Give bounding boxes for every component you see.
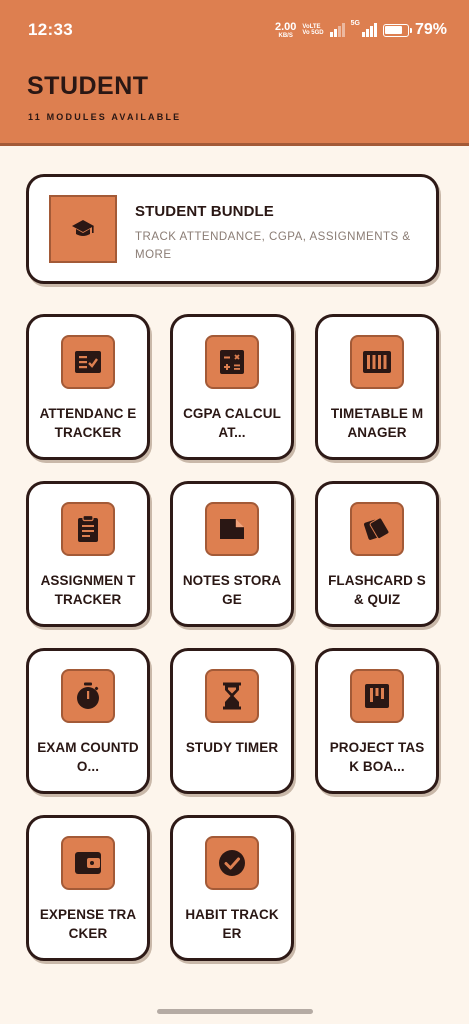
app-header: 12:33 2.00 KB/S VoLTE Vo 5GD 5G 79% STUD… bbox=[0, 0, 469, 146]
wallet-icon bbox=[61, 836, 115, 890]
module-label: CGPA CALCULAT... bbox=[183, 406, 281, 440]
module-flashcards-quiz[interactable]: FLASHCARD S & QUIZ bbox=[315, 481, 439, 627]
clipboard-icon bbox=[61, 502, 115, 556]
kanban-icon bbox=[350, 669, 404, 723]
status-time: 12:33 bbox=[28, 20, 73, 39]
module-notes-storage[interactable]: NOTES STORAGE bbox=[170, 481, 294, 627]
module-expense-tracker[interactable]: EXPENSE TRACKER bbox=[26, 815, 150, 961]
bundle-description: TRACK ATTENDANCE, CGPA, ASSIGNMENTS & MO… bbox=[135, 231, 411, 261]
module-assignment-tracker[interactable]: ASSIGNMEN T TRACKER bbox=[26, 481, 150, 627]
module-timetable-manager[interactable]: TIMETABLE MANAGER bbox=[315, 314, 439, 460]
module-label: ASSIGNMEN T TRACKER bbox=[40, 573, 136, 607]
module-habit-tracker[interactable]: HABIT TRACKER bbox=[170, 815, 294, 961]
module-label: EXAM COUNTDO... bbox=[37, 740, 139, 774]
module-label: PROJECT TASK BOA... bbox=[329, 740, 425, 774]
module-label: FLASHCARD S & QUIZ bbox=[328, 573, 426, 607]
module-label: ATTENDANC E TRACKER bbox=[39, 406, 137, 440]
module-label: TIMETABLE MANAGER bbox=[330, 406, 424, 440]
graduation-cap-icon bbox=[49, 195, 117, 263]
signal-bars-icon-2 bbox=[361, 23, 377, 37]
page-title: STUDENT bbox=[27, 72, 149, 100]
battery-percent: 79% bbox=[414, 21, 447, 38]
network-speed-unit: KB/S bbox=[278, 32, 293, 39]
calculator-icon bbox=[205, 335, 259, 389]
module-cgpa-calculator[interactable]: CGPA CALCULAT... bbox=[170, 314, 294, 460]
volte-indicator: VoLTE Vo 5GD bbox=[302, 24, 323, 36]
network-type: 5G bbox=[350, 20, 360, 27]
timetable-icon bbox=[350, 335, 404, 389]
status-icons: 2.00 KB/S VoLTE Vo 5GD 5G 79% bbox=[275, 18, 447, 42]
checklist-icon bbox=[61, 335, 115, 389]
student-bundle-card[interactable]: STUDENT BUNDLE TRACK ATTENDANCE, CGPA, A… bbox=[26, 174, 439, 284]
check-circle-icon bbox=[205, 836, 259, 890]
network-speed: 2.00 KB/S bbox=[274, 20, 297, 39]
signal-bars-icon bbox=[329, 23, 345, 37]
page-subtitle: 11 MODULES AVAILABLE bbox=[28, 112, 182, 122]
hourglass-icon bbox=[205, 669, 259, 723]
stopwatch-icon bbox=[61, 669, 115, 723]
module-project-task-board[interactable]: PROJECT TASK BOA... bbox=[315, 648, 439, 794]
flashcards-icon bbox=[350, 502, 404, 556]
home-indicator[interactable] bbox=[157, 1009, 313, 1014]
module-label: STUDY TIMER bbox=[185, 740, 279, 755]
module-study-timer[interactable]: STUDY TIMER bbox=[170, 648, 294, 794]
module-label: HABIT TRACKER bbox=[185, 907, 279, 941]
bundle-title: STUDENT BUNDLE bbox=[135, 203, 274, 220]
module-label: NOTES STORAGE bbox=[182, 573, 282, 607]
module-attendance-tracker[interactable]: ATTENDANC E TRACKER bbox=[26, 314, 150, 460]
module-label: EXPENSE TRACKER bbox=[39, 907, 137, 941]
volte-line-2: Vo 5GD bbox=[302, 30, 324, 36]
battery-icon bbox=[382, 23, 412, 37]
network-speed-value: 2.00 bbox=[274, 20, 297, 33]
module-exam-countdown[interactable]: EXAM COUNTDO... bbox=[26, 648, 150, 794]
note-icon bbox=[205, 502, 259, 556]
status-bar: 12:33 2.00 KB/S VoLTE Vo 5GD 5G 79% bbox=[0, 0, 469, 60]
